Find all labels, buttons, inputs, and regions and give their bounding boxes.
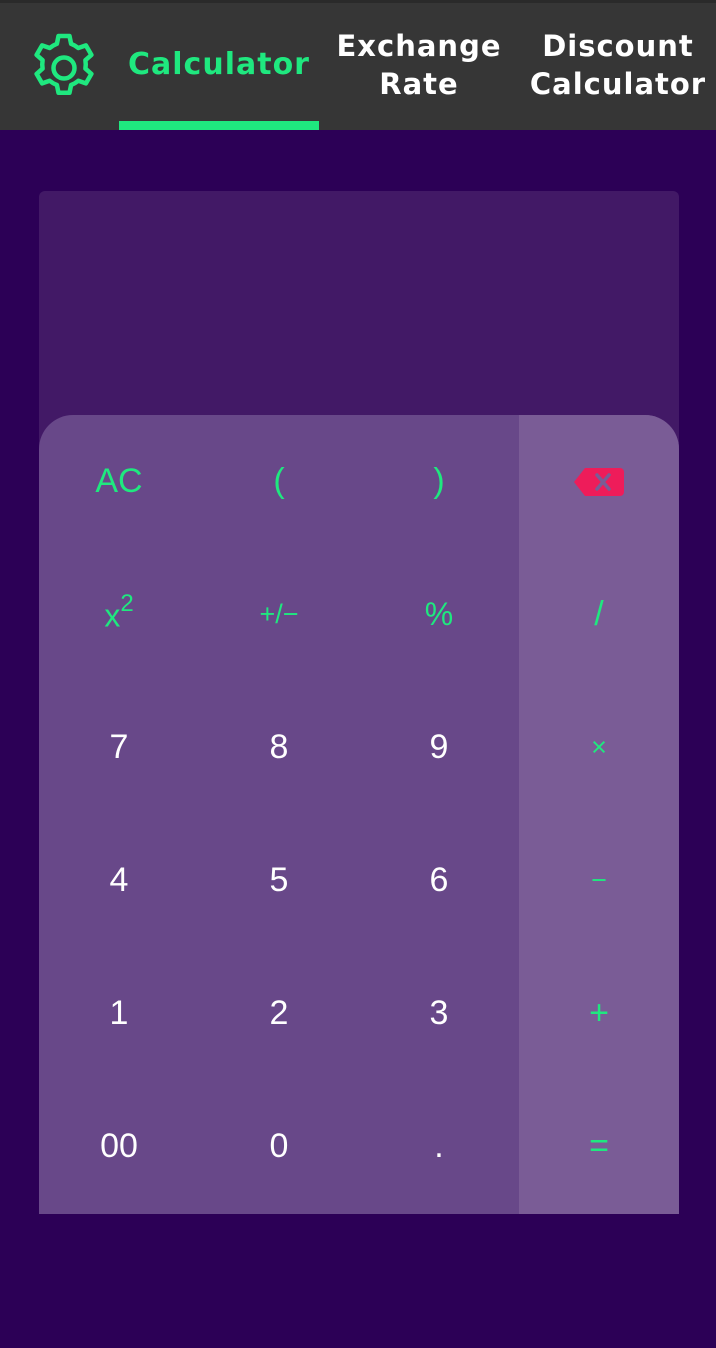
- tab-discount-calculator-label-line2: Calculator: [529, 67, 707, 101]
- square-button[interactable]: x2: [39, 548, 199, 681]
- decimal-point-button[interactable]: .: [359, 1080, 519, 1213]
- tab-discount-calculator[interactable]: Discount Calculator: [520, 0, 716, 130]
- tab-discount-calculator-label-line1: Discount: [542, 29, 694, 63]
- square-base: x: [104, 597, 121, 634]
- gear-icon[interactable]: [26, 30, 102, 106]
- equals-button[interactable]: =: [519, 1080, 679, 1213]
- digit-0-button[interactable]: 0: [199, 1080, 359, 1213]
- top-app-bar: Calculator Exchange Rate Discount Calcul…: [0, 0, 716, 130]
- negate-button[interactable]: +/−: [199, 548, 359, 681]
- digit-7-button[interactable]: 7: [39, 681, 199, 814]
- backspace-icon: [574, 467, 624, 496]
- add-button[interactable]: +: [519, 947, 679, 1080]
- square-label: x2: [104, 590, 133, 635]
- tab-exchange-rate-label-line2: Rate: [379, 67, 459, 101]
- tab-exchange-rate-label-line1: Exchange: [336, 29, 502, 63]
- digit-8-button[interactable]: 8: [199, 681, 359, 814]
- digit-6-button[interactable]: 6: [359, 814, 519, 947]
- subtract-button[interactable]: −: [519, 814, 679, 947]
- tab-exchange-rate[interactable]: Exchange Rate: [322, 0, 516, 130]
- close-parenthesis-button[interactable]: ): [359, 415, 519, 548]
- keypad: AC ( ) x2 +/− % / 7 8 9 × 4 5 6 − 1 2 3 …: [39, 415, 679, 1214]
- digit-4-button[interactable]: 4: [39, 814, 199, 947]
- digit-1-button[interactable]: 1: [39, 947, 199, 1080]
- digit-5-button[interactable]: 5: [199, 814, 359, 947]
- divide-button[interactable]: /: [519, 548, 679, 681]
- digit-9-button[interactable]: 9: [359, 681, 519, 814]
- active-tab-indicator: [119, 121, 319, 130]
- percent-button[interactable]: %: [359, 548, 519, 681]
- tab-calculator[interactable]: Calculator: [118, 0, 320, 130]
- digit-2-button[interactable]: 2: [199, 947, 359, 1080]
- backspace-button[interactable]: [519, 415, 679, 548]
- multiply-button[interactable]: ×: [519, 681, 679, 814]
- all-clear-button[interactable]: AC: [39, 415, 199, 548]
- tab-calculator-label: Calculator: [128, 47, 310, 82]
- double-zero-button[interactable]: 00: [39, 1080, 199, 1213]
- open-parenthesis-button[interactable]: (: [199, 415, 359, 548]
- square-exponent: 2: [120, 590, 134, 618]
- digit-3-button[interactable]: 3: [359, 947, 519, 1080]
